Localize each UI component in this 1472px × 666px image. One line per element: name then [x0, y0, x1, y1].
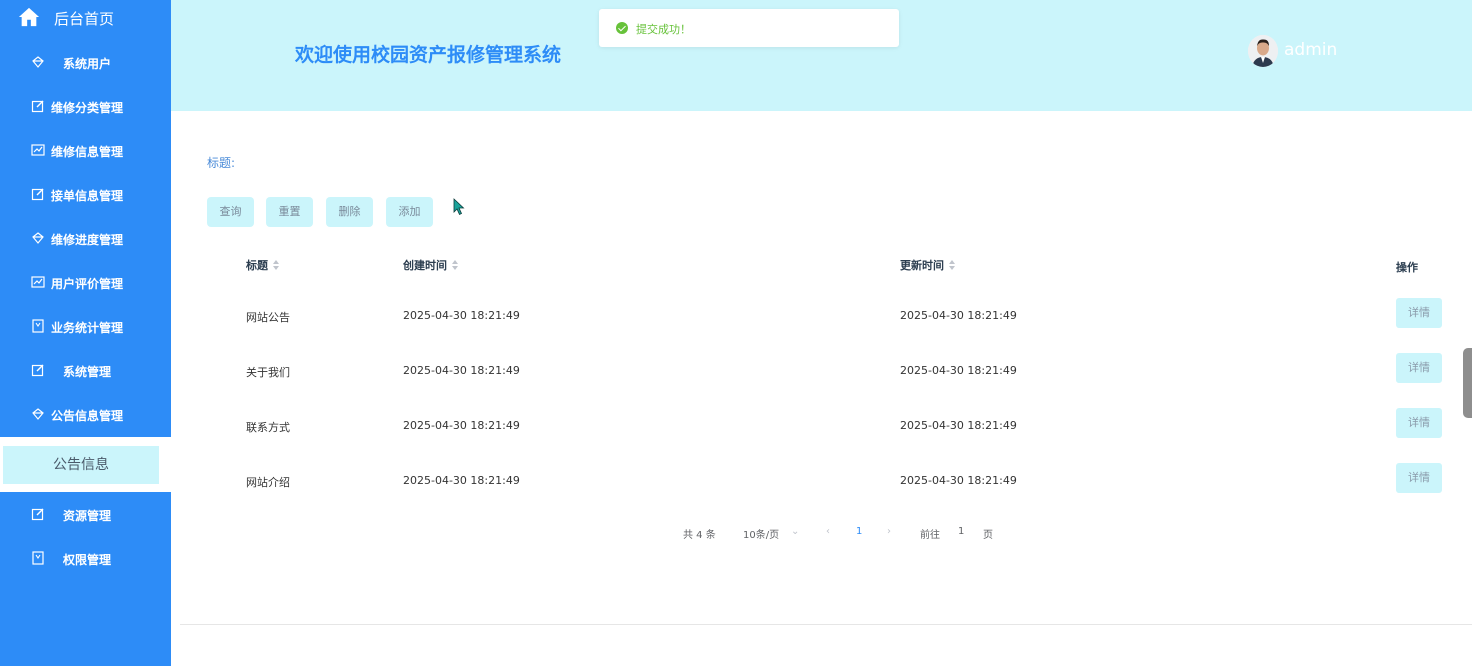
diamond-icon [32, 408, 44, 420]
sidebar-subitem-announcement-info[interactable]: 公告信息 [3, 446, 159, 484]
delete-button[interactable]: 删除 [326, 197, 373, 227]
column-header-actions: 操作 [1396, 259, 1418, 275]
sidebar-item-order-info[interactable]: 接单信息管理 [0, 174, 171, 218]
sidebar-home-label: 后台首页 [54, 10, 115, 28]
column-header-created[interactable]: 创建时间 [403, 257, 459, 273]
divider [180, 624, 1472, 625]
column-header-updated[interactable]: 更新时间 [900, 257, 956, 273]
edit-icon [31, 100, 44, 113]
column-header-label: 操作 [1396, 261, 1418, 274]
pagination-total: 共 4 条 [683, 530, 716, 541]
home-icon [18, 7, 40, 27]
sidebar-item-system-management[interactable]: 系统管理 [0, 350, 171, 394]
sidebar-item-label: 维修信息管理 [51, 145, 124, 159]
cell-updated: 2025-04-30 18:21:49 [900, 474, 1017, 487]
detail-button[interactable]: 详情 [1396, 463, 1442, 493]
toast-message: 提交成功！ [636, 23, 691, 36]
sidebar-item-label: 资源管理 [63, 509, 112, 523]
sidebar-item-repair-progress[interactable]: 维修进度管理 [0, 218, 171, 262]
column-header-label: 更新时间 [900, 259, 944, 272]
diamond-icon [32, 232, 44, 244]
sidebar-item-label: 接单信息管理 [51, 189, 124, 203]
scrollbar-thumb[interactable] [1463, 348, 1472, 418]
sidebar-item-label: 用户评价管理 [51, 277, 124, 291]
column-header-label: 创建时间 [403, 259, 447, 272]
username[interactable]: admin [1284, 40, 1337, 60]
cell-title: 网站公告 [246, 311, 290, 324]
sidebar-item-label: 权限管理 [63, 553, 112, 567]
prev-page-icon[interactable]: ‹ [826, 526, 830, 537]
sidebar-item-repair-info[interactable]: 维修信息管理 [0, 130, 171, 174]
cell-created: 2025-04-30 18:21:49 [403, 419, 520, 432]
mouse-cursor-icon [453, 198, 465, 216]
edit-icon [31, 188, 44, 201]
sidebar-item-label: 系统管理 [63, 365, 112, 379]
sidebar-item-business-stats[interactable]: 业务统计管理 [0, 306, 171, 350]
detail-button[interactable]: 详情 [1396, 353, 1442, 383]
cell-created: 2025-04-30 18:21:49 [403, 364, 520, 377]
sidebar-submenu: 公告信息 [0, 437, 171, 492]
chart-icon [31, 144, 45, 156]
sidebar-item-resource-management[interactable]: 资源管理 [0, 494, 171, 538]
sidebar-item-system-users[interactable]: 系统用户 [0, 42, 171, 86]
column-header-label: 标题 [246, 259, 268, 272]
cell-created: 2025-04-30 18:21:49 [403, 309, 520, 322]
bookmark-icon [32, 551, 44, 565]
page-number-current[interactable]: 1 [856, 526, 862, 537]
chevron-down-icon[interactable]: ⌄ [791, 526, 799, 537]
next-page-icon[interactable]: › [887, 526, 891, 537]
sort-icon[interactable] [451, 260, 459, 272]
edit-icon [31, 508, 44, 521]
cell-title: 联系方式 [246, 421, 290, 434]
sort-icon[interactable] [272, 260, 280, 272]
sidebar-item-permission-management[interactable]: 权限管理 [0, 538, 171, 582]
detail-button[interactable]: 详情 [1396, 408, 1442, 438]
page-size-select[interactable]: 10条/页 [743, 526, 779, 541]
column-header-title[interactable]: 标题 [246, 257, 280, 273]
bookmark-icon [32, 319, 44, 333]
sidebar: 后台首页 系统用户 维修分类管理 维修信息管理 接单信息管理 维修进度管理 用户… [0, 0, 171, 666]
success-toast: 提交成功！ [599, 9, 899, 47]
sidebar-item-label: 公告信息管理 [51, 409, 124, 423]
sidebar-item-label: 业务统计管理 [51, 321, 124, 335]
chart-icon [31, 276, 45, 288]
sort-icon[interactable] [948, 260, 956, 272]
goto-page-input[interactable]: 1 [958, 526, 964, 537]
add-button[interactable]: 添加 [386, 197, 433, 227]
cell-title: 关于我们 [246, 366, 290, 379]
sidebar-item-label: 维修进度管理 [51, 233, 124, 247]
cell-title: 网站介绍 [246, 476, 290, 489]
page-suffix-label: 页 [983, 530, 993, 541]
cell-updated: 2025-04-30 18:21:49 [900, 309, 1017, 322]
check-circle-icon [616, 22, 628, 34]
cell-created: 2025-04-30 18:21:49 [403, 474, 520, 487]
detail-button[interactable]: 详情 [1396, 298, 1442, 328]
avatar[interactable] [1248, 35, 1278, 67]
sidebar-item-announcement-management[interactable]: 公告信息管理 [0, 394, 171, 438]
cell-updated: 2025-04-30 18:21:49 [900, 364, 1017, 377]
query-button[interactable]: 查询 [207, 197, 254, 227]
sidebar-home[interactable]: 后台首页 [0, 0, 171, 36]
title-filter-label: 标题: [207, 156, 236, 170]
diamond-icon [32, 56, 44, 68]
page-title: 欢迎使用校园资产报修管理系统 [295, 44, 562, 66]
edit-icon [31, 364, 44, 377]
goto-label: 前往 [920, 530, 940, 541]
sidebar-item-user-review[interactable]: 用户评价管理 [0, 262, 171, 306]
user-avatar-icon [1248, 35, 1278, 67]
sidebar-item-label: 维修分类管理 [51, 101, 124, 115]
cell-updated: 2025-04-30 18:21:49 [900, 419, 1017, 432]
sidebar-item-label: 系统用户 [63, 57, 112, 71]
sidebar-item-repair-category[interactable]: 维修分类管理 [0, 86, 171, 130]
reset-button[interactable]: 重置 [266, 197, 313, 227]
